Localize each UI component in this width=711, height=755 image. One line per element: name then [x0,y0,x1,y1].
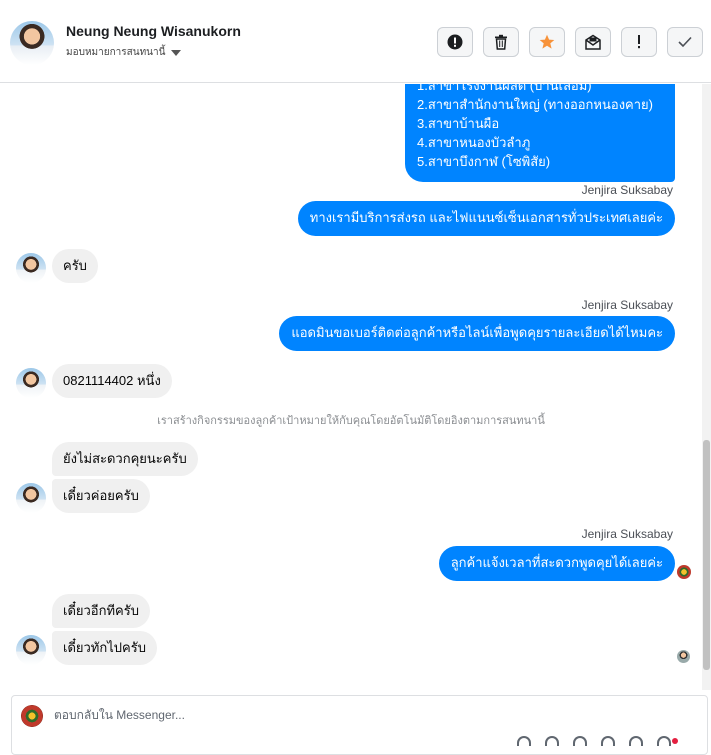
incoming-message: เดี๋ยวค่อยครับ [52,479,150,513]
contact-avatar-small [16,368,46,398]
outgoing-message: ทางเรามีบริการส่งรถ และไฟแนนซ์เซ็นเอกสาร… [297,201,675,236]
assign-conversation-dropdown[interactable]: มอบหมายการสนทนานี้ [66,45,182,60]
outgoing-message-branch-list: 1.สาขาโรงงานผลิต (บ้านเลื่อม) 2.สาขาสำนั… [405,84,675,182]
system-notice: เราสร้างกิจกรรมของลูกค้าเป้าหมายให้กับคุ… [157,415,545,427]
message-thread: 1.สาขาโรงงานผลิต (บ้านเลื่อม) 2.สาขาสำนั… [0,84,702,690]
contact-avatar-small [16,253,46,283]
branch-item: 1.สาขาโรงงานผลิต (บ้านเลื่อม) [417,84,592,93]
gif-icon[interactable] [629,736,643,746]
alert-circle-icon [447,34,463,50]
sender-name: Jenjira Suksabay [581,183,673,197]
image-icon[interactable] [573,736,587,746]
sender-name: Jenjira Suksabay [581,298,673,312]
star-icon [539,34,555,49]
incoming-message: เดี๋ยวอีกทีครับ [52,594,150,628]
contact-avatar[interactable] [10,21,54,65]
trash-icon [495,34,507,50]
mark-unread-icon [585,34,601,50]
page-avatar [21,705,43,727]
star-button[interactable] [529,27,565,57]
emoji-icon[interactable] [601,736,615,746]
contact-avatar-small [16,635,46,665]
send-icon[interactable] [657,736,671,746]
reply-input[interactable] [54,708,554,722]
outgoing-message: ลูกค้าแจ้งเวลาที่สะดวกพูดคุยได้เลยค่ะ [438,546,675,581]
branch-item: 3.สาขาบ้านผือ [417,116,500,131]
report-button[interactable] [621,27,657,57]
outgoing-message: แอดมินขอเบอร์ติดต่อลูกค้าหรือไลน์เพื่อพู… [279,316,675,351]
scrollbar-thumb[interactable] [703,440,710,670]
spam-button[interactable] [437,27,473,57]
branch-item: 5.สาขาบึงกาฬ (โซพิสัย) [417,154,551,169]
notification-dot [672,738,678,744]
header-actions [437,27,703,57]
sticker-icon[interactable] [545,736,559,746]
read-receipt-avatar [677,650,690,663]
branch-item: 4.สาขาหนองบัวลำภู [417,135,531,150]
attachment-icon[interactable] [517,736,531,746]
exclamation-icon [638,35,640,49]
check-icon [678,36,692,48]
conversation-header: Neung Neung Wisanukorn มอบหมายการสนทนานี… [0,0,711,83]
contact-name[interactable]: Neung Neung Wisanukorn [66,23,241,39]
incoming-message: ยังไม่สะดวกคุยนะครับ [52,442,198,476]
incoming-message: เดี๋ยวทักไปครับ [52,631,157,665]
reply-composer [11,695,708,755]
delete-button[interactable] [483,27,519,57]
mark-unread-button[interactable] [575,27,611,57]
branch-item: 2.สาขาสำนักงานใหญ่ (ทางออกหนองคาย) [417,97,653,112]
chevron-down-icon [171,49,182,56]
seen-indicator-icon [677,565,691,579]
sender-name: Jenjira Suksabay [581,527,673,541]
assign-label: มอบหมายการสนทนานี้ [66,47,166,58]
mark-done-button[interactable] [667,27,703,57]
contact-avatar-small [16,483,46,513]
incoming-message: 0821114402 หนึ่ง [52,364,172,398]
incoming-message: ครับ [52,249,98,283]
composer-toolbar [517,736,671,746]
